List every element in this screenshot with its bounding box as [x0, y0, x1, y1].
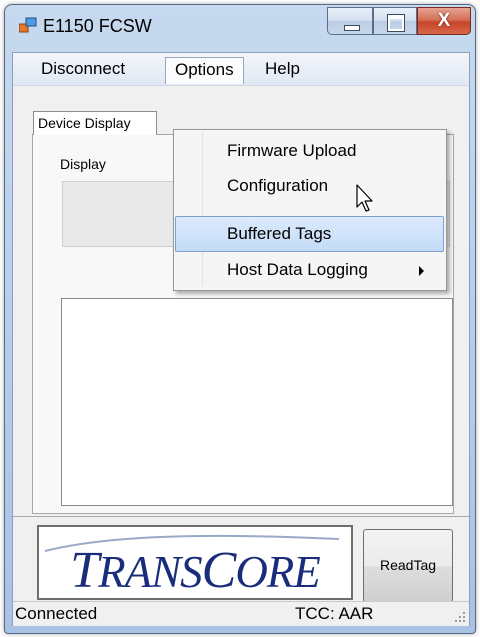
submenu-arrow-icon: [419, 266, 424, 276]
window-title: E1150 FCSW: [43, 16, 152, 36]
title-bar[interactable]: E1150 FCSW X: [5, 5, 475, 49]
close-button[interactable]: X: [417, 7, 471, 35]
status-bar: Connected TCC: AAR: [13, 601, 469, 626]
menu-options[interactable]: Options: [165, 57, 244, 84]
logo-letter-t: T: [70, 542, 99, 599]
read-tag-button[interactable]: ReadTag: [363, 529, 453, 603]
output-textbox[interactable]: [61, 298, 453, 506]
application-window: E1150 FCSW X Disconnect Options Help Dev…: [4, 4, 476, 634]
menu-help[interactable]: Help: [257, 57, 308, 81]
display-group-label: Display: [60, 156, 106, 172]
minimize-button[interactable]: [327, 7, 373, 35]
client-area: Disconnect Options Help Device Display D…: [12, 52, 470, 626]
close-icon: X: [437, 10, 451, 31]
maximize-button[interactable]: [373, 7, 417, 35]
minimize-icon: [344, 25, 360, 31]
app-icon: [19, 17, 37, 33]
status-tcc: TCC: AAR: [295, 604, 374, 623]
logo-letter-c: C: [201, 542, 237, 599]
resize-grip-icon[interactable]: [454, 611, 466, 623]
options-dropdown-menu: Firmware Upload Configuration Buffered T…: [173, 129, 447, 291]
tab-device-display[interactable]: Device Display: [33, 111, 157, 135]
logo-wordmark: TRANSCORE: [39, 541, 351, 600]
status-connection: Connected: [15, 604, 98, 623]
logo-letters-rans: RANS: [98, 547, 202, 597]
menu-disconnect[interactable]: Disconnect: [33, 57, 133, 81]
transcore-logo: TRANSCORE: [37, 525, 353, 600]
mouse-cursor-icon: [356, 184, 373, 212]
bottom-panel: TRANSCORE ReadTag: [13, 516, 469, 603]
menu-item-host-data-logging[interactable]: Host Data Logging: [176, 253, 442, 287]
menu-bar: Disconnect Options Help: [13, 53, 469, 86]
menu-item-firmware-upload[interactable]: Firmware Upload: [176, 134, 442, 168]
logo-letters-ore: ORE: [235, 547, 320, 597]
menu-item-host-data-logging-label: Host Data Logging: [227, 260, 368, 279]
menu-item-configuration[interactable]: Configuration: [176, 169, 442, 203]
maximize-icon: [387, 14, 405, 32]
menu-item-buffered-tags[interactable]: Buffered Tags: [175, 216, 444, 252]
